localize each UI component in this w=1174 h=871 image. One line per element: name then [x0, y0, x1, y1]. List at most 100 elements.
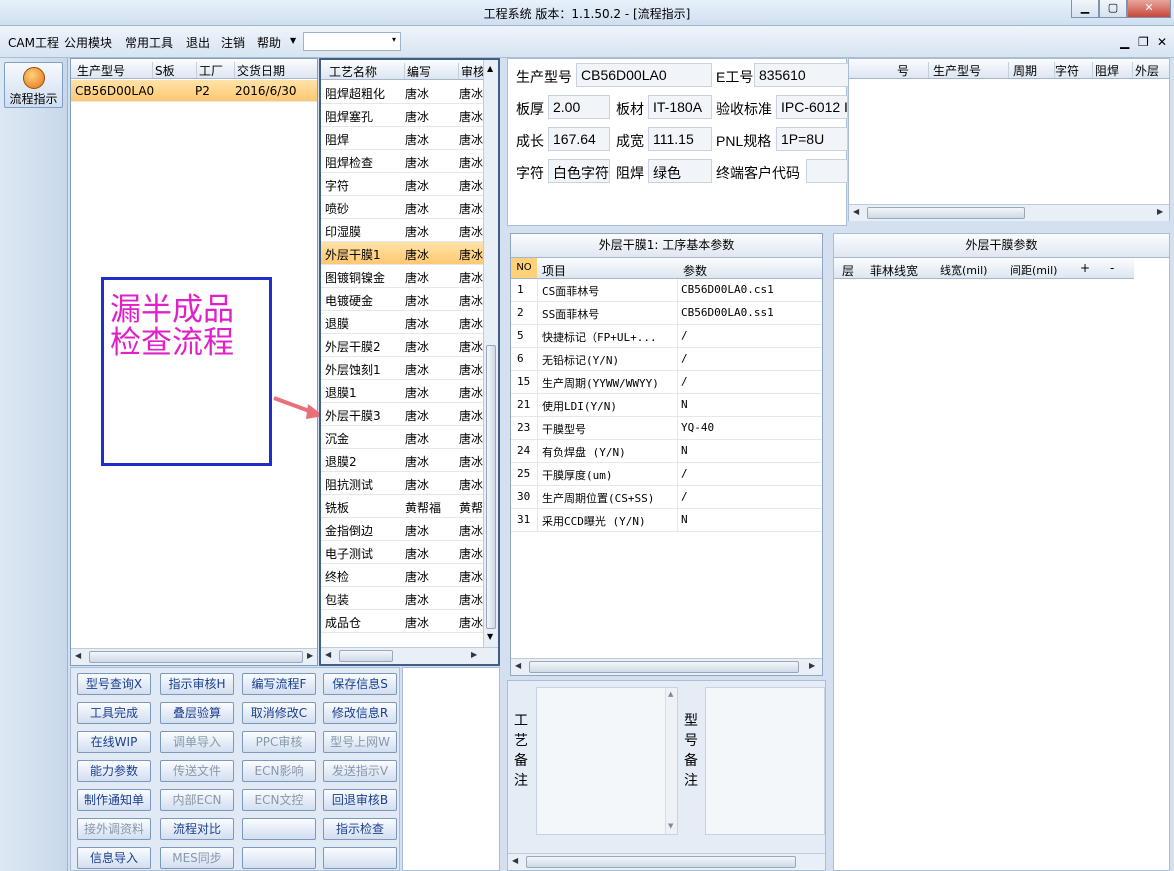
menu-overflow-icon[interactable]: ▼	[290, 36, 296, 45]
action-button-1-1[interactable]: 叠层验算	[160, 702, 234, 724]
table-row[interactable]: 24 有负焊盘 (Y/N) N	[511, 440, 822, 463]
length-field[interactable]: 167.64	[548, 127, 610, 151]
action-button-6-3[interactable]	[323, 847, 397, 869]
action-button-6-0[interactable]: 信息导入	[77, 847, 151, 869]
col-model[interactable]: 生产型号	[77, 62, 153, 78]
process-notes-field[interactable]: ▲ ▼	[536, 687, 678, 835]
col-value[interactable]: 参数	[683, 262, 707, 279]
table-row[interactable]: 喷砂 唐冰 唐冰	[321, 196, 483, 219]
col-outer-layer[interactable]: 外层	[1135, 62, 1169, 78]
table-row[interactable]: 退膜 唐冰 唐冰	[321, 311, 483, 334]
col-factory[interactable]: 工厂	[199, 62, 235, 78]
col-s-board[interactable]: S板	[155, 62, 197, 78]
col-author[interactable]: 编写	[407, 63, 459, 79]
table-row[interactable]: 阻焊超粗化 唐冰 唐冰	[321, 81, 483, 104]
action-button-2-2[interactable]: PPC审核	[242, 731, 316, 753]
table-row[interactable]: 阻抗测试 唐冰 唐冰	[321, 472, 483, 495]
table-row[interactable]: 外层干膜1 唐冰 唐冰	[321, 242, 483, 265]
scroll-thumb[interactable]	[486, 345, 496, 629]
action-button-5-0[interactable]: 接外调资料	[77, 818, 151, 840]
model-field[interactable]: CB56D00LA0	[576, 63, 712, 87]
menu-exit[interactable]: 退出	[186, 34, 210, 51]
action-button-0-3[interactable]: 保存信息S	[323, 673, 397, 695]
table-row[interactable]: 31 采用CCD曝光 (Y/N) N	[511, 509, 822, 532]
col-linewidth-mil[interactable]: 线宽(mil)	[940, 262, 987, 278]
table-row[interactable]: 1 CS面菲林号 CB56D00LA0.cs1	[511, 279, 822, 302]
scroll-right-icon[interactable]: ▶	[1157, 207, 1163, 216]
table-row[interactable]: 5 快捷标记（FP+UL+... /	[511, 325, 822, 348]
action-button-5-2[interactable]	[242, 818, 316, 840]
menu-logout[interactable]: 注销	[221, 34, 245, 51]
table-row[interactable]: 阻焊检查 唐冰 唐冰	[321, 150, 483, 173]
scroll-down-icon[interactable]: ▼	[487, 632, 493, 641]
table-row[interactable]: 电镀硬金 唐冰 唐冰	[321, 288, 483, 311]
table-row[interactable]: 图镀铜镍金 唐冰 唐冰	[321, 265, 483, 288]
scroll-left-icon[interactable]: ◀	[853, 207, 859, 216]
table-row[interactable]: 阻焊 唐冰 唐冰	[321, 127, 483, 150]
col-spacing-mil[interactable]: 间距(mil)	[1010, 262, 1057, 278]
action-button-5-3[interactable]: 指示检查	[323, 818, 397, 840]
col-silkscreen[interactable]: 字符	[1055, 62, 1093, 78]
maximize-button[interactable]: ▢	[1099, 0, 1127, 18]
menu-cam[interactable]: CAM工程	[8, 34, 59, 51]
table-row[interactable]: 25 干膜厚度(um) /	[511, 463, 822, 486]
table-row[interactable]: 包装 唐冰 唐冰	[321, 587, 483, 610]
col-no[interactable]: NO	[511, 258, 537, 278]
solder-mask-field[interactable]: 绿色	[648, 159, 712, 183]
col-model[interactable]: 生产型号	[933, 62, 1009, 78]
process-vertical-scrollbar[interactable]: ▲ ▼	[483, 60, 498, 647]
col-no[interactable]: 号	[897, 62, 929, 78]
action-button-1-0[interactable]: 工具完成	[77, 702, 151, 724]
action-button-3-1[interactable]: 传送文件	[160, 760, 234, 782]
table-row[interactable]: 15 生产周期(YYWW/WWYY) /	[511, 371, 822, 394]
table-row[interactable]: 退膜1 唐冰 唐冰	[321, 380, 483, 403]
table-row[interactable]: 6 无铅标记(Y/N) /	[511, 348, 822, 371]
table-row[interactable]: 退膜2 唐冰 唐冰	[321, 449, 483, 472]
orders-horizontal-scrollbar[interactable]: ◀ ▶	[71, 648, 317, 665]
flow-instruction-button[interactable]: 流程指示	[4, 62, 63, 108]
scroll-thumb[interactable]	[339, 650, 393, 662]
action-button-6-1[interactable]: MES同步	[160, 847, 234, 869]
scroll-right-icon[interactable]: ▶	[809, 661, 815, 670]
mdi-restore-icon[interactable]: ❐	[1138, 35, 1149, 49]
table-row[interactable]: 外层干膜3 唐冰 唐冰	[321, 403, 483, 426]
remove-column-button[interactable]: -	[1110, 261, 1114, 275]
table-row[interactable]: 铣板 黄帮福 黄帮	[321, 495, 483, 518]
col-solder-mask[interactable]: 阻焊	[1095, 62, 1133, 78]
mdi-minimize-icon[interactable]: ▁	[1120, 35, 1129, 49]
params-horizontal-scrollbar[interactable]: ◀ ▶	[511, 658, 822, 675]
col-item[interactable]: 项目	[542, 262, 566, 279]
scroll-right-icon[interactable]: ▶	[471, 650, 477, 659]
menu-help[interactable]: 帮助	[257, 34, 281, 51]
table-row[interactable]: 外层干膜2 唐冰 唐冰	[321, 334, 483, 357]
table-row[interactable]: 沉金 唐冰 唐冰	[321, 426, 483, 449]
action-button-3-0[interactable]: 能力参数	[77, 760, 151, 782]
mdi-close-icon[interactable]: ✕	[1157, 35, 1167, 49]
action-button-2-1[interactable]: 调单导入	[160, 731, 234, 753]
action-button-2-0[interactable]: 在线WIP	[77, 731, 151, 753]
width-field[interactable]: 111.15	[648, 127, 712, 151]
table-row[interactable]: 阻焊塞孔 唐冰 唐冰	[321, 104, 483, 127]
action-button-3-3[interactable]: 发送指示V	[323, 760, 397, 782]
table-row[interactable]: 外层蚀刻1 唐冰 唐冰	[321, 357, 483, 380]
col-delivery-date[interactable]: 交货日期	[237, 62, 317, 78]
thickness-field[interactable]: 2.00	[548, 95, 610, 119]
scroll-left-icon[interactable]: ◀	[325, 650, 331, 659]
action-button-0-0[interactable]: 型号查询X	[77, 673, 151, 695]
action-button-5-1[interactable]: 流程对比	[160, 818, 234, 840]
menu-tools[interactable]: 常用工具	[125, 34, 173, 51]
scroll-down-icon[interactable]: ▼	[668, 822, 673, 830]
pnl-field[interactable]: 1P=8U	[776, 127, 848, 151]
add-column-button[interactable]: +	[1080, 261, 1090, 275]
menu-combobox[interactable]: ▾	[303, 32, 401, 51]
process-horizontal-scrollbar[interactable]: ◀ ▶	[321, 647, 498, 664]
scroll-thumb[interactable]	[867, 207, 1025, 219]
col-process-name[interactable]: 工艺名称	[329, 63, 405, 79]
scroll-left-icon[interactable]: ◀	[512, 856, 518, 865]
action-button-4-2[interactable]: ECN文控	[242, 789, 316, 811]
scroll-thumb[interactable]	[526, 856, 796, 868]
scroll-thumb[interactable]	[89, 651, 303, 663]
col-film-linewidth[interactable]: 菲林线宽	[870, 262, 918, 279]
scroll-up-icon[interactable]: ▲	[668, 690, 673, 698]
action-button-1-2[interactable]: 取消修改C	[242, 702, 316, 724]
